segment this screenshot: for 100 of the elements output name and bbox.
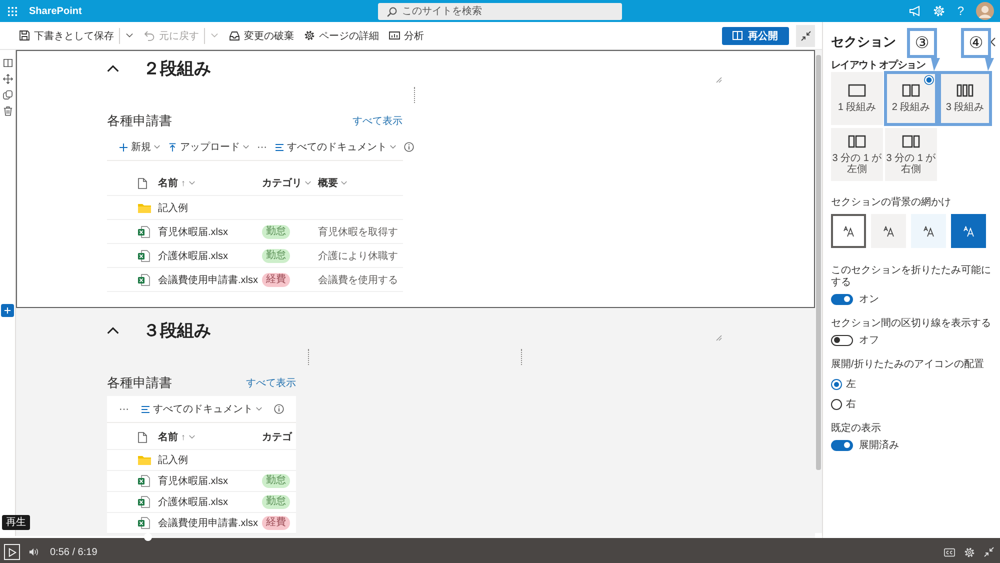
toggle-switch[interactable]	[831, 334, 853, 346]
font-size-icon	[882, 226, 894, 236]
column-header[interactable]: 名前 ↑	[158, 430, 194, 444]
category-tag: 勤怠	[262, 224, 290, 238]
file-name[interactable]: 記入例	[158, 200, 188, 214]
toggle-switch[interactable]	[831, 294, 853, 304]
file-name[interactable]: 育児休暇届.xlsx	[158, 224, 228, 238]
column-layout-icon	[902, 134, 920, 148]
summary-text: 会議費を使用する	[318, 274, 398, 286]
collapse-button[interactable]	[796, 24, 815, 46]
summary-text: 育児休暇を取得す	[318, 226, 398, 238]
column-header[interactable]: 名前 ↑	[158, 176, 194, 190]
analytics-button[interactable]: 分析	[384, 26, 429, 46]
gear-icon	[304, 30, 315, 41]
resize-grip-icon[interactable]	[716, 77, 722, 83]
duplicate-icon[interactable]	[2, 90, 12, 100]
radio-button[interactable]	[831, 398, 842, 410]
file-name[interactable]: 会議費使用申請書.xlsx	[158, 272, 258, 286]
columns-icon[interactable]	[2, 58, 12, 68]
discard-changes-button[interactable]: 変更の破棄	[224, 26, 299, 46]
radio-label[interactable]: 右	[846, 397, 856, 411]
column-layout-icon	[902, 84, 920, 97]
file-name[interactable]: 記入例	[158, 453, 188, 467]
view-switcher-button[interactable]: すべてのドキュメント	[275, 138, 396, 156]
layout-option[interactable]: 3 分の 1 が左側	[831, 128, 883, 181]
background-swatch[interactable]	[911, 214, 946, 248]
chart-icon	[389, 30, 400, 41]
trash-icon[interactable]	[2, 106, 12, 116]
view-all-link[interactable]: すべて表示	[352, 114, 402, 128]
page-details-button[interactable]: ページの詳細	[299, 26, 384, 46]
scrollbar[interactable]	[815, 50, 822, 533]
exit-fullscreen-icon[interactable]	[984, 547, 994, 557]
background-swatch[interactable]	[871, 214, 906, 248]
file-name[interactable]: 会議費使用申請書.xlsx	[158, 516, 258, 530]
file-name[interactable]: 育児休暇届.xlsx	[158, 474, 228, 488]
search-field[interactable]: このサイトを検索	[378, 2, 622, 20]
view-all-link[interactable]: すべて表示	[246, 376, 296, 390]
file-icon	[138, 432, 147, 442]
move-icon[interactable]	[2, 74, 12, 84]
more-button[interactable]: ···	[119, 400, 129, 418]
column-layout-icon	[956, 84, 974, 97]
summary-text: 介護により休職す	[318, 250, 398, 262]
background-label: セクションの背景の網かけ	[831, 197, 951, 209]
background-swatch[interactable]	[951, 214, 986, 248]
new-button[interactable]: 新規	[119, 138, 160, 156]
chevron-up-icon[interactable]	[107, 64, 119, 72]
callout-label: ③	[907, 28, 937, 58]
view-switcher-button[interactable]: すべてのドキュメント	[141, 400, 262, 418]
category-tag: 勤怠	[262, 248, 290, 262]
layout-option[interactable]: 1 段組み	[831, 72, 883, 125]
toggle-state: オフ	[859, 334, 879, 347]
chevron-down-icon	[305, 181, 311, 185]
app-launcher-icon[interactable]	[8, 6, 17, 16]
resize-grip-icon[interactable]	[716, 335, 722, 341]
volume-icon[interactable]	[29, 547, 39, 557]
font-size-icon	[962, 226, 974, 236]
captions-icon[interactable]	[944, 546, 955, 558]
column-header[interactable]: カテゴリ	[262, 176, 311, 190]
highlight-frame	[938, 71, 992, 126]
play-button[interactable]	[4, 544, 20, 560]
chevron-down-icon	[243, 145, 249, 149]
layout-option[interactable]: 3 分の 1 が右側	[885, 128, 937, 181]
folder-icon	[138, 455, 151, 465]
plus-icon	[119, 142, 128, 152]
info-icon	[404, 142, 414, 152]
library-title: 各種申請書	[107, 374, 172, 392]
toggle-switch[interactable]	[831, 440, 853, 450]
upload-icon	[168, 142, 177, 152]
save-draft-button[interactable]: 下書きとして保存	[14, 26, 119, 46]
shrink-arrows-icon	[800, 30, 810, 40]
folder-icon	[138, 202, 151, 212]
spreadsheet-file-icon	[138, 274, 150, 286]
file-name[interactable]: 介護休暇届.xlsx	[158, 248, 228, 262]
highlight-frame	[884, 71, 938, 126]
callout-label: ④	[961, 28, 991, 58]
column-header[interactable]: 概要	[318, 176, 347, 190]
radio-label[interactable]: 左	[846, 377, 856, 391]
toggle-state: オン	[859, 293, 879, 306]
spreadsheet-file-icon	[138, 517, 150, 529]
add-section-button[interactable]	[1, 304, 14, 317]
chevron-up-icon[interactable]	[107, 326, 119, 334]
section-heading: ２段組み	[143, 58, 211, 80]
background-swatch[interactable]	[831, 214, 866, 248]
library-title: 各種申請書	[107, 112, 172, 130]
scrollbar-thumb[interactable]	[816, 55, 821, 470]
column-layout-icon	[848, 84, 866, 97]
section-heading: ３段組み	[143, 320, 211, 342]
megaphone-icon[interactable]	[909, 5, 922, 17]
republish-button[interactable]: 再公開	[722, 26, 789, 44]
column-header[interactable]: カテゴ	[262, 430, 292, 444]
upload-button[interactable]: アップロード	[168, 138, 249, 156]
chevron-down-icon	[256, 407, 262, 411]
spreadsheet-file-icon	[138, 250, 150, 262]
chevron-left-icon[interactable]	[990, 37, 996, 47]
list-icon	[275, 142, 284, 152]
file-name[interactable]: 介護休暇届.xlsx	[158, 495, 228, 509]
undo-arrow-icon	[144, 30, 155, 41]
more-button[interactable]: ···	[257, 138, 267, 156]
radio-button[interactable]	[831, 378, 842, 390]
settings-icon[interactable]	[964, 546, 975, 558]
